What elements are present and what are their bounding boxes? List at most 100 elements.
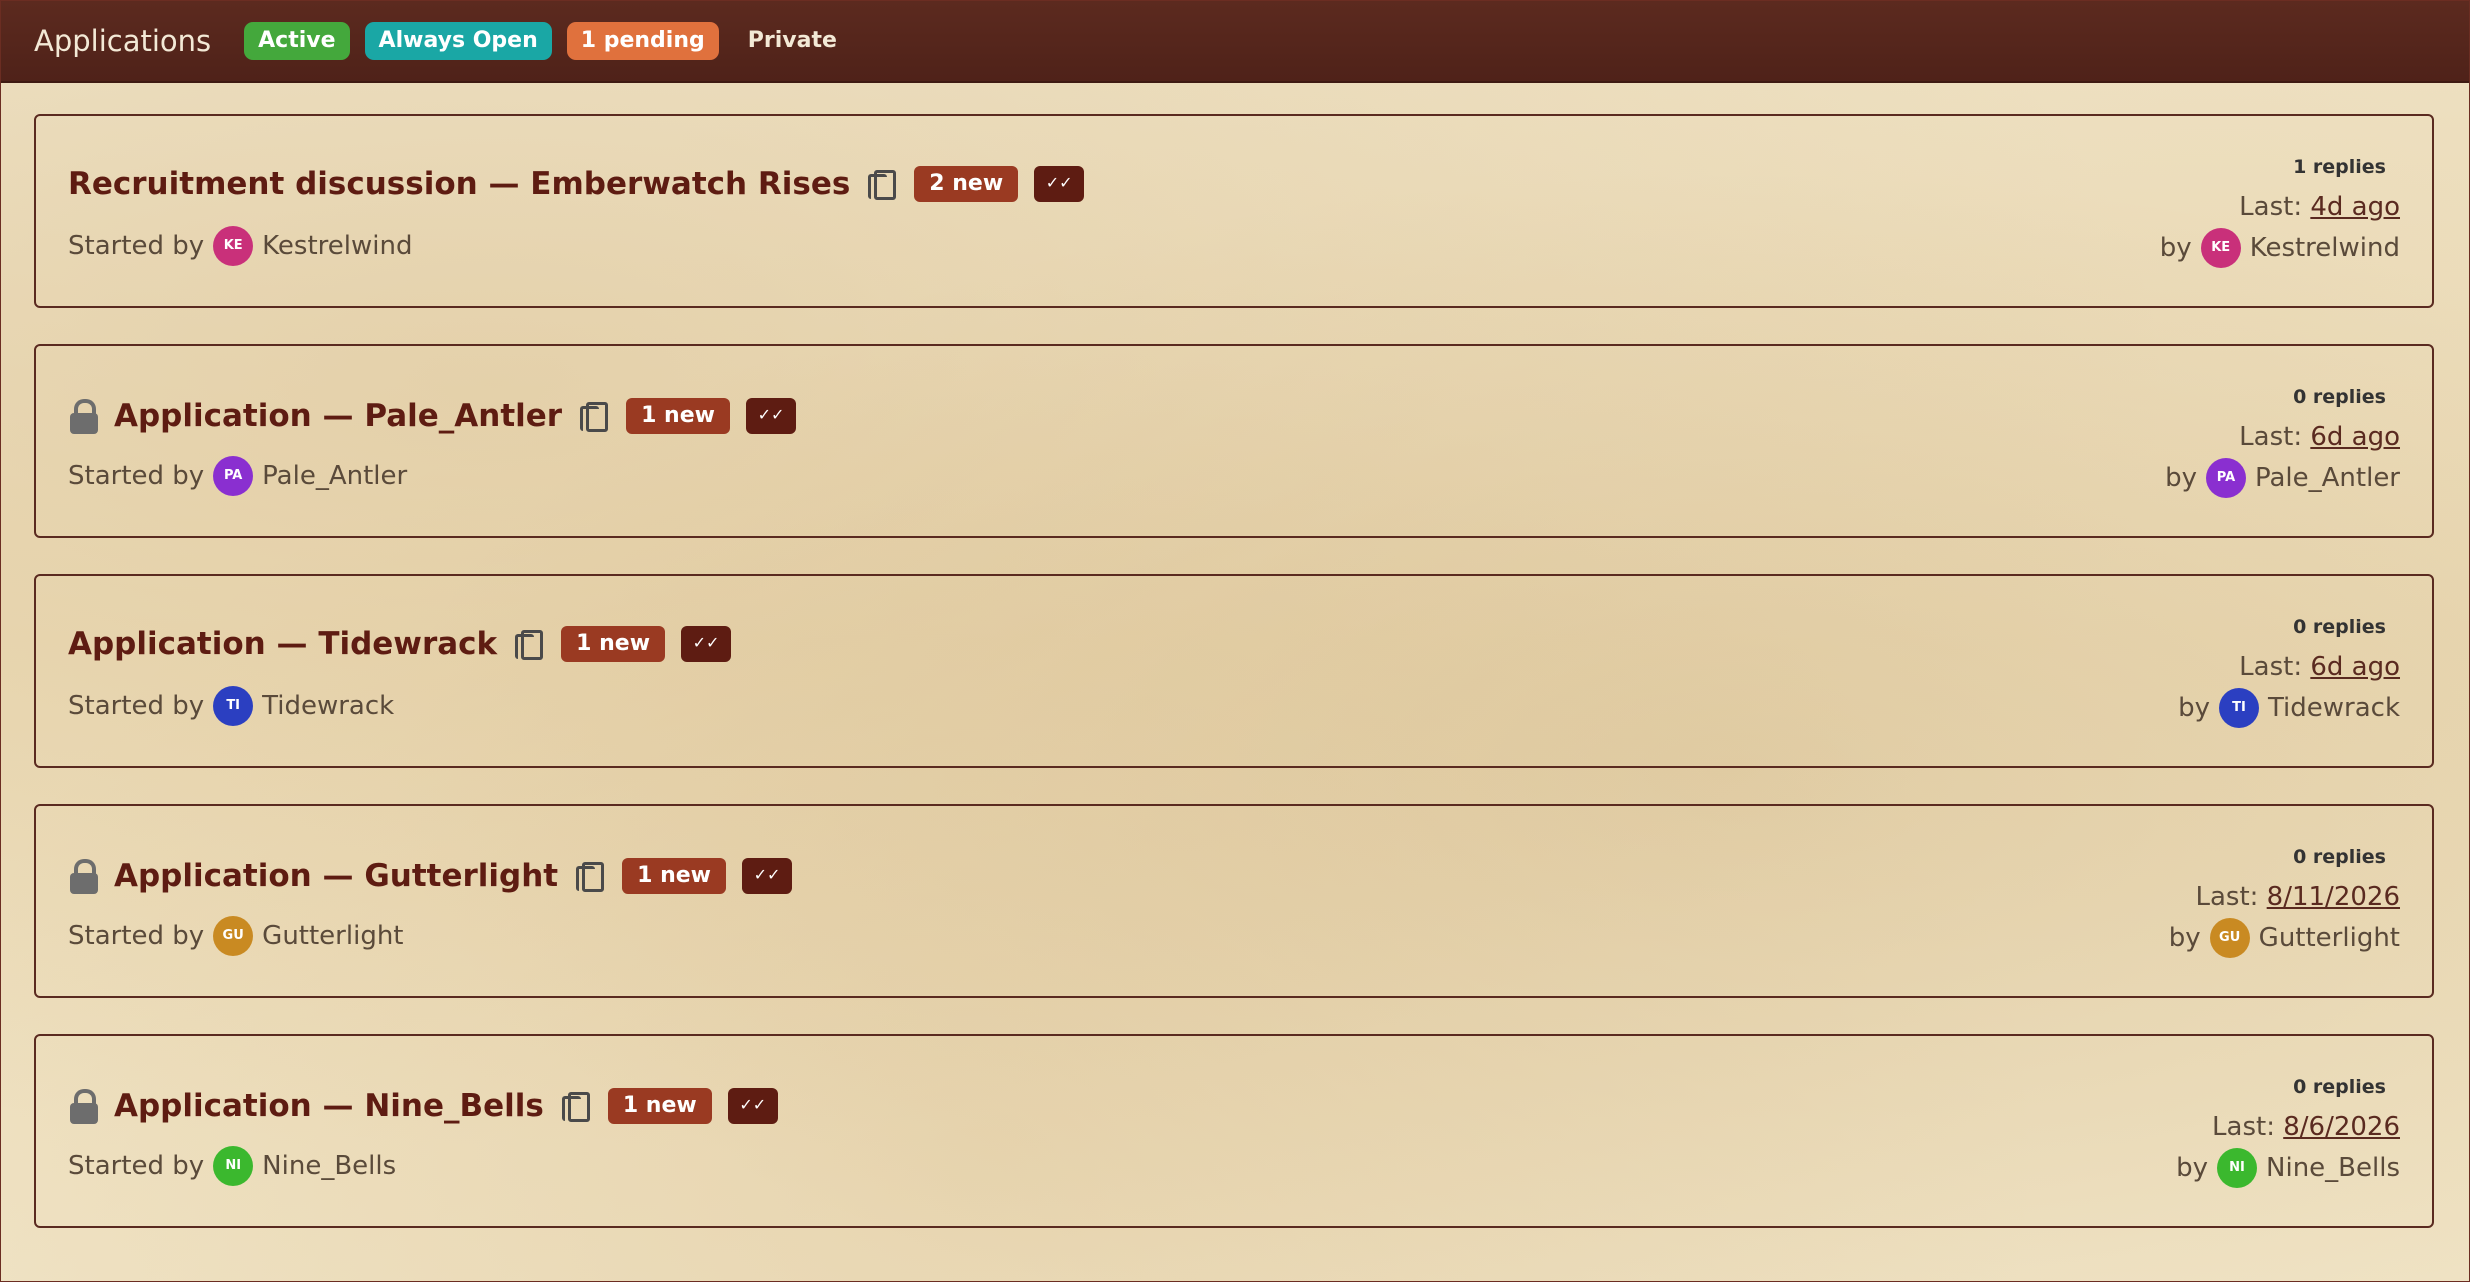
active-badge: Active bbox=[244, 22, 350, 60]
new-posts-badge[interactable]: 1 new bbox=[626, 398, 730, 434]
started-by-row: Started by NI Nine_Bells bbox=[68, 1146, 396, 1186]
last-post-row: Last: 6d ago bbox=[2165, 422, 2400, 452]
starter-name[interactable]: Pale_Antler bbox=[262, 461, 407, 491]
avatar[interactable]: GU bbox=[213, 916, 254, 956]
mark-read-button[interactable]: ✓✓ bbox=[681, 626, 732, 662]
last-label: Last: bbox=[2195, 882, 2259, 912]
last-poster-row: by TI Tidewrack bbox=[2178, 688, 2400, 728]
page-frame: Applications Active Always Open 1 pendin… bbox=[0, 0, 2470, 1282]
last-label: Last: bbox=[2239, 422, 2303, 452]
last-label: Last: bbox=[2239, 192, 2303, 222]
pending-badge[interactable]: 1 pending bbox=[566, 22, 719, 60]
last-poster-name[interactable]: Kestrelwind bbox=[2250, 233, 2400, 263]
by-label: by bbox=[2168, 923, 2201, 953]
avatar[interactable]: PA bbox=[2205, 458, 2246, 498]
reply-count: 0 replies bbox=[2293, 386, 2386, 408]
new-posts-badge[interactable]: 2 new bbox=[914, 166, 1019, 202]
last-poster-name[interactable]: Pale_Antler bbox=[2255, 463, 2400, 493]
started-by-label: Started by bbox=[68, 691, 205, 721]
reply-count: 1 replies bbox=[2293, 156, 2386, 178]
avatar[interactable]: NI bbox=[2217, 1148, 2258, 1188]
private-label: Private bbox=[747, 28, 837, 53]
starter-name[interactable]: Gutterlight bbox=[262, 921, 403, 951]
topic-meta: 0 replies Last: 6d ago by TI Tidewrack bbox=[2178, 616, 2400, 728]
topic-title-link[interactable]: Recruitment discussion — Emberwatch Rise… bbox=[68, 166, 850, 202]
last-label: Last: bbox=[2239, 652, 2303, 682]
new-posts-badge[interactable]: 1 new bbox=[622, 858, 726, 894]
reply-count: 0 replies bbox=[2293, 1076, 2386, 1098]
avatar[interactable]: KE bbox=[2200, 228, 2241, 268]
last-poster-name[interactable]: Tidewrack bbox=[2268, 693, 2400, 723]
topic-title-link[interactable]: Application — Nine_Bells bbox=[114, 1088, 544, 1124]
reply-count: 0 replies bbox=[2293, 616, 2386, 638]
avatar[interactable]: NI bbox=[213, 1146, 254, 1186]
mark-read-button[interactable]: ✓✓ bbox=[1034, 166, 1085, 202]
last-post-row: Last: 8/11/2026 bbox=[2169, 882, 2400, 912]
avatar[interactable]: PA bbox=[213, 456, 254, 496]
lock-icon bbox=[68, 856, 100, 896]
avatar[interactable]: TI bbox=[213, 686, 254, 726]
topic-title-row: Application — Tidewrack 1 new ✓✓ bbox=[68, 626, 732, 662]
last-poster-row: by GU Gutterlight bbox=[2169, 918, 2400, 958]
topic-title-row: Application — Nine_Bells 1 new ✓✓ bbox=[68, 1086, 778, 1126]
topic-title-link[interactable]: Application — Gutterlight bbox=[114, 858, 558, 894]
mark-read-button[interactable]: ✓✓ bbox=[745, 398, 796, 434]
last-poster-name[interactable]: Gutterlight bbox=[2259, 923, 2400, 953]
by-label: by bbox=[2165, 463, 2197, 493]
topic-card[interactable]: Application — Nine_Bells 1 new ✓✓ Starte… bbox=[34, 1034, 2434, 1228]
last-post-row: Last: 8/6/2026 bbox=[2176, 1112, 2400, 1142]
last-post-row: Last: 6d ago bbox=[2178, 652, 2400, 682]
avatar[interactable]: KE bbox=[213, 226, 254, 266]
by-label: by bbox=[2178, 693, 2210, 723]
topic-title-link[interactable]: Application — Tidewrack bbox=[68, 626, 497, 662]
topic-card[interactable]: Application — Tidewrack 1 new ✓✓ Started… bbox=[34, 574, 2434, 768]
last-post-link[interactable]: 6d ago bbox=[2310, 652, 2400, 682]
always-open-badge: Always Open bbox=[364, 22, 552, 60]
starter-name[interactable]: Kestrelwind bbox=[262, 231, 412, 261]
last-poster-row: by PA Pale_Antler bbox=[2165, 458, 2400, 498]
last-poster-name[interactable]: Nine_Bells bbox=[2266, 1153, 2400, 1183]
by-label: by bbox=[2159, 233, 2192, 263]
lock-icon bbox=[68, 1086, 100, 1126]
last-post-link[interactable]: 8/11/2026 bbox=[2267, 882, 2400, 912]
starter-name[interactable]: Tidewrack bbox=[262, 691, 394, 721]
started-by-row: Started by PA Pale_Antler bbox=[68, 456, 407, 496]
mark-read-button[interactable]: ✓✓ bbox=[727, 1088, 778, 1124]
copy-link-icon[interactable] bbox=[868, 168, 897, 200]
topic-title-row: Application — Gutterlight 1 new ✓✓ bbox=[68, 856, 792, 896]
by-label: by bbox=[2176, 1153, 2209, 1183]
copy-link-icon[interactable] bbox=[580, 400, 609, 432]
last-post-link[interactable]: 6d ago bbox=[2310, 422, 2400, 452]
forum-header: Applications Active Always Open 1 pendin… bbox=[1, 1, 2469, 83]
started-by-label: Started by bbox=[68, 461, 205, 491]
topic-title-link[interactable]: Application — Pale_Antler bbox=[114, 398, 562, 434]
topic-card[interactable]: Application — Gutterlight 1 new ✓✓ Start… bbox=[34, 804, 2434, 998]
topic-meta: 0 replies Last: 6d ago by PA Pale_Antler bbox=[2165, 386, 2400, 498]
started-by-row: Started by TI Tidewrack bbox=[68, 686, 394, 726]
new-posts-badge[interactable]: 1 new bbox=[561, 626, 666, 662]
copy-link-icon[interactable] bbox=[515, 628, 544, 660]
started-by-row: Started by KE Kestrelwind bbox=[68, 226, 412, 266]
mark-read-button[interactable]: ✓✓ bbox=[742, 858, 792, 894]
new-posts-badge[interactable]: 1 new bbox=[607, 1088, 712, 1124]
started-by-label: Started by bbox=[68, 921, 205, 951]
topic-title-row: Application — Pale_Antler 1 new ✓✓ bbox=[68, 396, 796, 436]
copy-link-icon[interactable] bbox=[561, 1090, 590, 1122]
avatar[interactable]: TI bbox=[2218, 688, 2259, 728]
started-by-label: Started by bbox=[68, 1151, 205, 1181]
topic-meta: 1 replies Last: 4d ago by KE Kestrelwind bbox=[2160, 156, 2400, 268]
last-post-row: Last: 4d ago bbox=[2160, 192, 2400, 222]
topic-card[interactable]: Recruitment discussion — Emberwatch Rise… bbox=[34, 114, 2434, 308]
topic-card[interactable]: Application — Pale_Antler 1 new ✓✓ Start… bbox=[34, 344, 2434, 538]
topic-title-row: Recruitment discussion — Emberwatch Rise… bbox=[68, 166, 1085, 202]
starter-name[interactable]: Nine_Bells bbox=[262, 1151, 396, 1181]
copy-link-icon[interactable] bbox=[576, 860, 605, 892]
last-poster-row: by NI Nine_Bells bbox=[2176, 1148, 2400, 1188]
avatar[interactable]: GU bbox=[2209, 918, 2250, 958]
lock-icon bbox=[68, 396, 100, 436]
started-by-row: Started by GU Gutterlight bbox=[68, 916, 404, 956]
last-label: Last: bbox=[2212, 1112, 2275, 1142]
last-post-link[interactable]: 8/6/2026 bbox=[2283, 1112, 2400, 1142]
last-post-link[interactable]: 4d ago bbox=[2310, 192, 2400, 222]
topic-meta: 0 replies Last: 8/6/2026 by NI Nine_Bell… bbox=[2176, 1076, 2400, 1188]
